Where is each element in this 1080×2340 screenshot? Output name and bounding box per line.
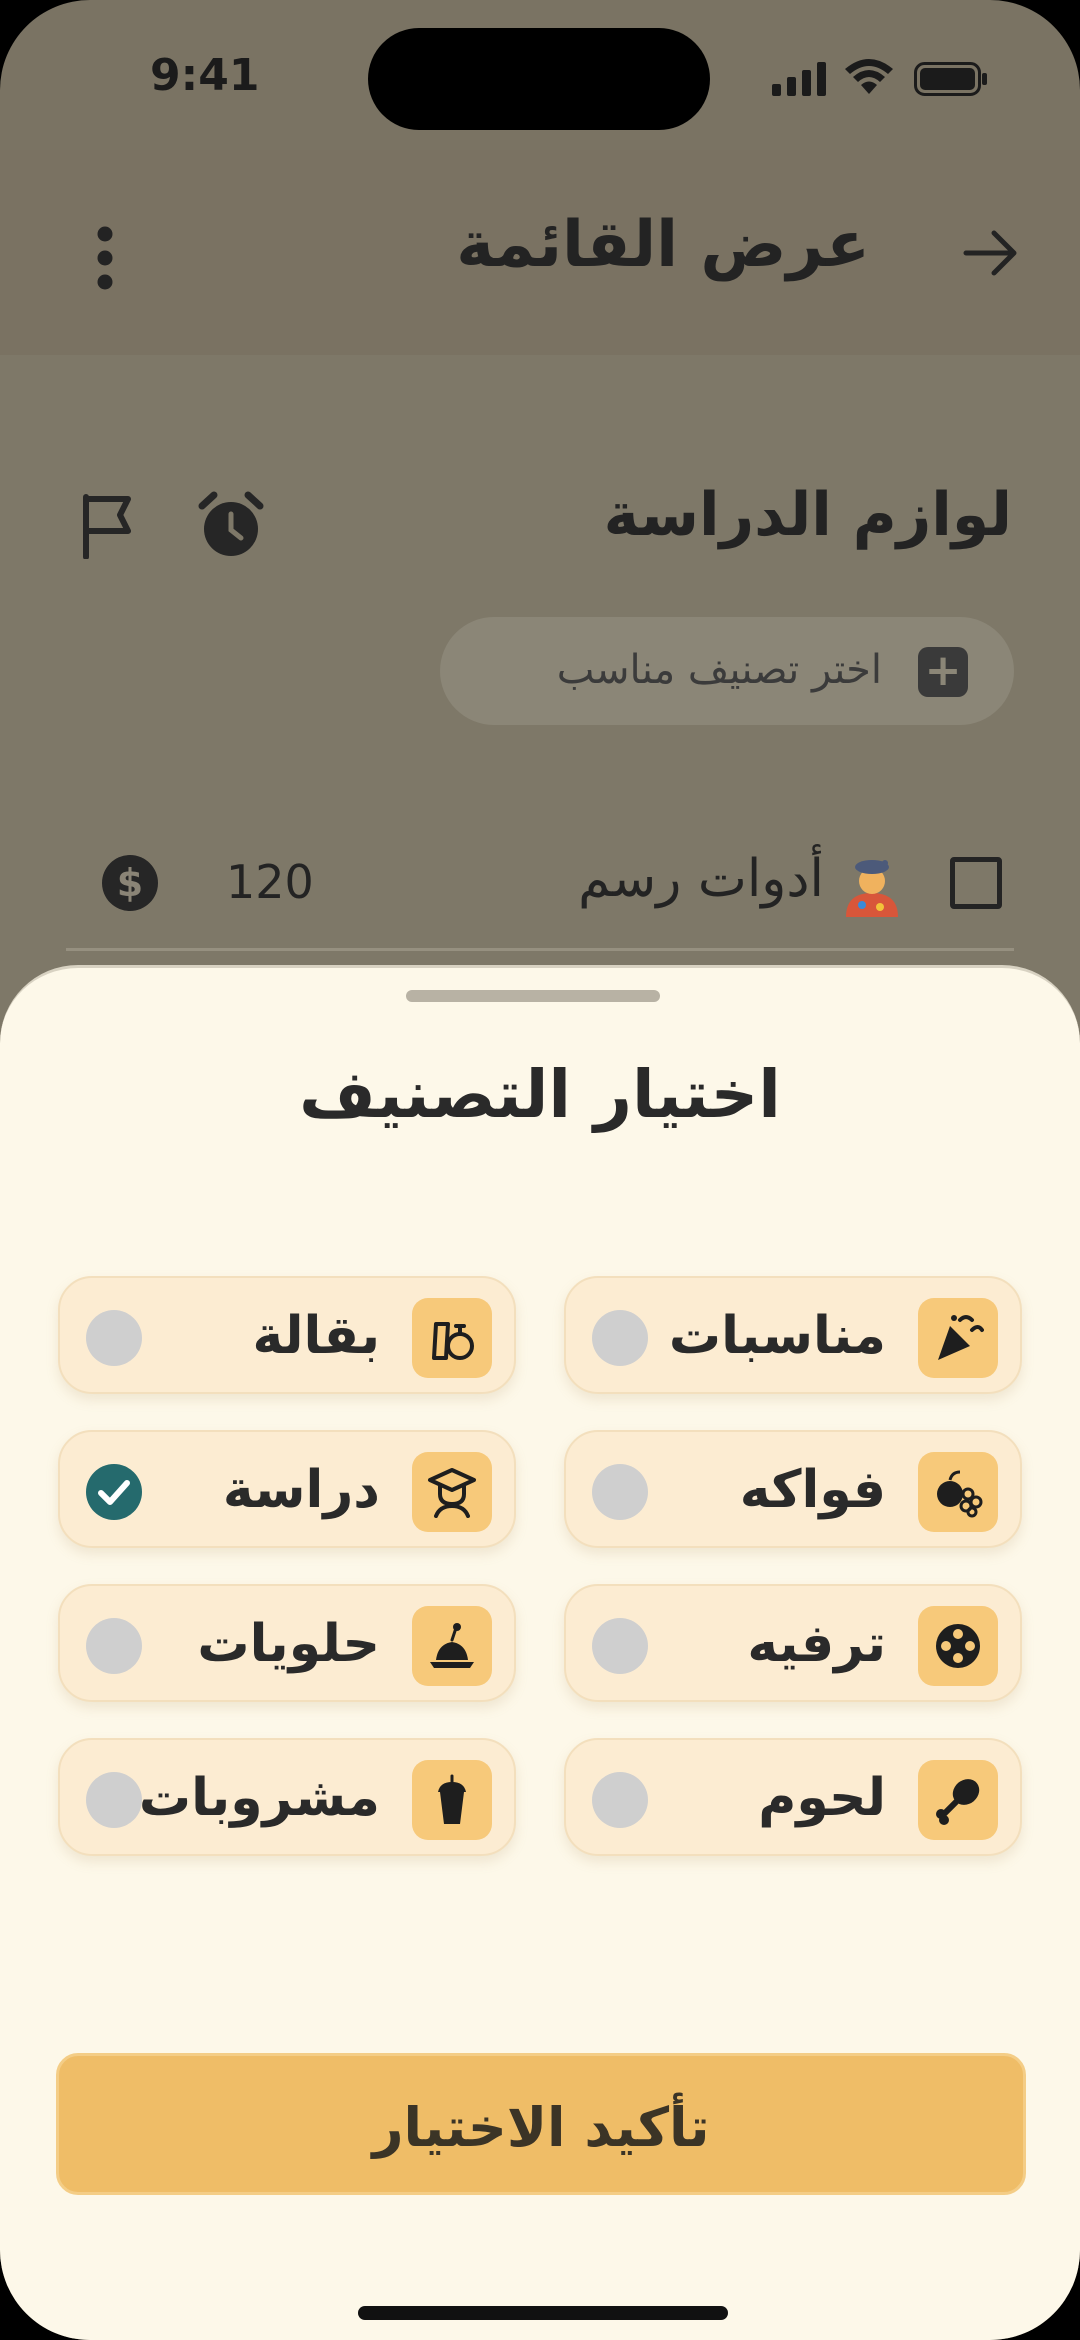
dollar-icon: $	[102, 855, 158, 911]
category-option-drinks[interactable]: مشروبات	[58, 1738, 516, 1856]
category-label: حلويات	[197, 1614, 380, 1674]
list-title: لوازم الدراسة	[603, 480, 1012, 550]
status-time: 9:41	[150, 50, 260, 101]
radio-button[interactable]	[592, 1618, 648, 1674]
artist-emoji-icon	[846, 860, 898, 917]
category-label: فواكه	[739, 1460, 886, 1520]
category-label: دراسة	[222, 1460, 380, 1520]
radio-button[interactable]	[592, 1310, 648, 1366]
signal-icon	[772, 62, 826, 96]
plus-icon: +	[918, 647, 968, 697]
item-price: 120	[226, 855, 314, 909]
category-label: ترفيه	[747, 1614, 886, 1674]
category-label: لحوم	[758, 1768, 886, 1828]
page-title: عرض القائمة	[456, 208, 870, 282]
radio-button[interactable]	[86, 1772, 142, 1828]
radio-button[interactable]	[86, 1618, 142, 1674]
category-options-grid: مناسبات بقالة فواكه دراسة ترفيه حلويات ل…	[58, 1276, 1022, 1866]
flag-icon[interactable]	[80, 493, 138, 559]
category-bottom-sheet: اختيار التصنيف مناسبات بقالة فواكه دراسة…	[0, 965, 1080, 2340]
drumstick-icon	[918, 1760, 998, 1840]
radio-button[interactable]	[592, 1464, 648, 1520]
grocery-icon	[412, 1298, 492, 1378]
phone-screen: 9:41 عرض القائمة لوازم الدراسة + اختر تص…	[0, 0, 1080, 2340]
category-option-sweets[interactable]: حلويات	[58, 1584, 516, 1702]
category-picker-button[interactable]: + اختر تصنيف مناسب	[440, 617, 1014, 725]
category-option-meat[interactable]: لحوم	[564, 1738, 1022, 1856]
category-option-entertainment[interactable]: ترفيه	[564, 1584, 1022, 1702]
wifi-icon	[845, 59, 893, 94]
radio-button-selected[interactable]	[86, 1464, 142, 1520]
fruits-icon	[918, 1452, 998, 1532]
list-item[interactable]: أدوات رسم 120 $	[66, 825, 1014, 951]
top-app-bar: عرض القائمة	[0, 150, 1080, 355]
checkmark-icon	[98, 1480, 130, 1505]
item-checkbox[interactable]	[950, 857, 1002, 909]
sheet-title: اختيار التصنيف	[299, 1056, 781, 1133]
status-bar: 9:41	[0, 0, 1080, 150]
alarm-clock-icon[interactable]	[196, 490, 266, 560]
more-options-icon[interactable]	[88, 226, 122, 290]
pudding-icon	[412, 1606, 492, 1686]
category-option-study[interactable]: دراسة	[58, 1430, 516, 1548]
confirm-selection-button[interactable]: تأكيد الاختيار	[56, 2053, 1026, 2195]
category-option-occasions[interactable]: مناسبات	[564, 1276, 1022, 1394]
category-option-fruits[interactable]: فواكه	[564, 1430, 1022, 1548]
battery-icon	[914, 62, 987, 96]
category-label: مشروبات	[138, 1768, 380, 1828]
radio-button[interactable]	[86, 1310, 142, 1366]
back-arrow-icon[interactable]	[962, 228, 1020, 278]
sheet-grabber[interactable]	[406, 990, 660, 1002]
category-option-grocery[interactable]: بقالة	[58, 1276, 516, 1394]
confirm-label: تأكيد الاختيار	[372, 2096, 710, 2159]
category-picker-label: اختر تصنيف مناسب	[556, 647, 882, 693]
category-label: بقالة	[252, 1306, 380, 1366]
item-name: أدوات رسم	[578, 849, 824, 909]
film-reel-icon	[918, 1606, 998, 1686]
cup-icon	[412, 1760, 492, 1840]
home-indicator[interactable]	[358, 2306, 728, 2320]
category-label: مناسبات	[668, 1306, 886, 1366]
graduate-icon	[412, 1452, 492, 1532]
dynamic-island	[368, 28, 710, 130]
radio-button[interactable]	[592, 1772, 648, 1828]
party-icon	[918, 1298, 998, 1378]
